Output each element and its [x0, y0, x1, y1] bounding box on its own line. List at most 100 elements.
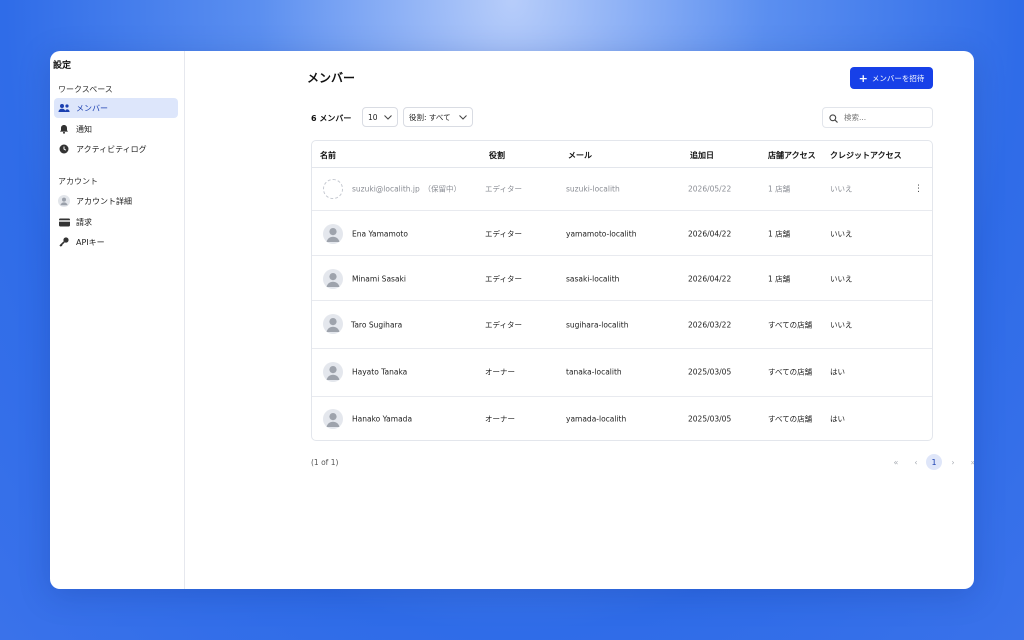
- member-added-date: 2026/04/22: [688, 274, 732, 284]
- credit-card-icon: [58, 216, 70, 228]
- member-name: Ena Yamamoto: [352, 229, 408, 239]
- member-credit-access: いいえ: [830, 229, 853, 239]
- clock-icon: [58, 143, 70, 155]
- section-label-account: アカウント: [58, 177, 98, 186]
- member-name: suzuki@localith.jp （保留中）: [352, 184, 462, 194]
- last-page-button[interactable]: »: [965, 454, 974, 470]
- chevron-down-icon: [384, 113, 392, 122]
- table-row[interactable]: Hanako Yamada オーナー yamada-localith 2025/…: [312, 397, 932, 440]
- member-credit-access: いいえ: [830, 320, 853, 330]
- member-added-date: 2025/03/05: [688, 414, 732, 424]
- user-avatar-icon: [326, 366, 340, 380]
- avatar: [323, 314, 343, 334]
- bell-icon: [58, 123, 70, 135]
- table-row[interactable]: Minami Sasaki エディター sasaki-localith 2026…: [312, 256, 932, 301]
- sidebar-item-label: 請求: [76, 217, 92, 227]
- prev-page-button[interactable]: ‹: [908, 454, 924, 470]
- sidebar-item-label: 通知: [76, 124, 92, 134]
- member-name: Taro Sugihara: [351, 320, 403, 330]
- sidebar-item-label: アカウント詳細: [76, 196, 132, 206]
- column-header-credit-access: クレジットアクセス: [830, 151, 902, 160]
- settings-window: 設定 ワークスペース メンバー 通知 アクティビティログ アカウント アカウント…: [50, 51, 974, 589]
- user-avatar-icon: [326, 413, 340, 427]
- users-icon: [58, 102, 70, 114]
- member-store-access: 1 店舗: [768, 274, 791, 284]
- member-role: エディター: [485, 320, 522, 330]
- member-added-date: 2025/03/05: [688, 367, 732, 377]
- column-header-email: メール: [568, 151, 592, 160]
- member-email: sugihara-localith: [566, 320, 629, 330]
- sidebar-item-label: メンバー: [76, 103, 108, 113]
- member-credit-access: いいえ: [830, 184, 853, 194]
- member-role: エディター: [485, 274, 522, 284]
- user-avatar-icon: [326, 228, 340, 242]
- role-filter-select[interactable]: 役割: すべて: [403, 107, 473, 127]
- member-email: yamamoto-localith: [566, 229, 637, 239]
- avatar: [323, 269, 343, 289]
- table-row[interactable]: Hayato Tanaka オーナー tanaka-localith 2025/…: [312, 349, 932, 397]
- member-store-access: すべての店舗: [768, 320, 813, 330]
- page-info: (1 of 1): [311, 458, 339, 467]
- search-icon: [829, 108, 838, 127]
- member-name: Minami Sasaki: [352, 274, 406, 284]
- member-email: sasaki-localith: [566, 274, 620, 284]
- avatar: [323, 179, 343, 199]
- page-1-button[interactable]: 1: [926, 454, 942, 470]
- member-count: 6 メンバー: [311, 114, 352, 123]
- plus-icon: +: [858, 71, 868, 85]
- member-store-access: 1 店舗: [768, 229, 791, 239]
- member-email: tanaka-localith: [566, 367, 622, 377]
- sidebar-item-activity-log[interactable]: アクティビティログ: [54, 139, 178, 159]
- sidebar-item-billing[interactable]: 請求: [54, 212, 178, 232]
- invite-member-button[interactable]: + メンバーを招待: [850, 67, 933, 89]
- members-table: 名前 役割 メール 追加日 店舗アクセス クレジットアクセス suzuki@lo…: [311, 140, 933, 441]
- member-added-date: 2026/03/22: [688, 320, 732, 330]
- invite-button-label: メンバーを招待: [871, 73, 925, 83]
- next-page-button[interactable]: ›: [945, 454, 961, 470]
- member-name: Hanako Yamada: [352, 414, 413, 424]
- sidebar-item-members[interactable]: メンバー: [54, 98, 178, 118]
- avatar: [323, 224, 343, 244]
- member-credit-access: はい: [830, 367, 845, 377]
- more-options-icon[interactable]: ⋮: [914, 184, 923, 194]
- member-store-access: 1 店舗: [768, 184, 791, 194]
- member-store-access: すべての店舗: [768, 414, 813, 424]
- avatar: [323, 362, 343, 382]
- user-avatar-icon: [58, 195, 70, 207]
- column-header-role: 役割: [489, 151, 505, 160]
- member-name: Hayato Tanaka: [352, 367, 408, 377]
- page-title: メンバー: [307, 71, 356, 85]
- user-avatar-icon: [326, 318, 340, 332]
- sidebar-item-notifications[interactable]: 通知: [54, 119, 178, 139]
- table-header: 名前 役割 メール 追加日 店舗アクセス クレジットアクセス: [312, 141, 932, 168]
- table-row[interactable]: suzuki@localith.jp （保留中） エディター suzuki-lo…: [312, 167, 932, 211]
- column-header-store-access: 店舗アクセス: [768, 151, 816, 160]
- member-role: エディター: [485, 229, 522, 239]
- sidebar-item-label: アクティビティログ: [76, 144, 147, 154]
- chevron-down-icon: [459, 113, 467, 122]
- sidebar: 設定 ワークスペース メンバー 通知 アクティビティログ アカウント アカウント…: [50, 51, 185, 589]
- member-added-date: 2026/05/22: [688, 184, 732, 194]
- sidebar-item-api-keys[interactable]: APIキー: [54, 232, 178, 252]
- first-page-button[interactable]: «: [888, 454, 904, 470]
- member-added-date: 2026/04/22: [688, 229, 732, 239]
- main-content: メンバー + メンバーを招待 6 メンバー 10 役割: すべて 検索... 名…: [185, 51, 974, 589]
- member-role: エディター: [485, 184, 522, 194]
- member-store-access: すべての店舗: [768, 367, 813, 377]
- user-avatar-icon: [326, 273, 340, 287]
- search-box[interactable]: [822, 107, 933, 128]
- table-row[interactable]: Taro Sugihara エディター sugihara-localith 20…: [312, 301, 932, 349]
- page-size-select[interactable]: 10: [362, 107, 398, 127]
- sidebar-item-account-details[interactable]: アカウント詳細: [54, 191, 178, 211]
- member-email: yamada-localith: [566, 414, 627, 424]
- sidebar-item-label: APIキー: [76, 237, 105, 247]
- column-header-added-date: 追加日: [690, 151, 714, 160]
- role-filter-value: 役割: すべて: [409, 112, 451, 122]
- sidebar-title: 設定: [53, 61, 72, 71]
- table-row[interactable]: Ena Yamamoto エディター yamamoto-localith 202…: [312, 211, 932, 256]
- member-credit-access: いいえ: [830, 274, 853, 284]
- search-input[interactable]: [842, 112, 931, 123]
- member-credit-access: はい: [830, 414, 845, 424]
- page-size-value: 10: [368, 112, 378, 122]
- member-email: suzuki-localith: [566, 184, 620, 194]
